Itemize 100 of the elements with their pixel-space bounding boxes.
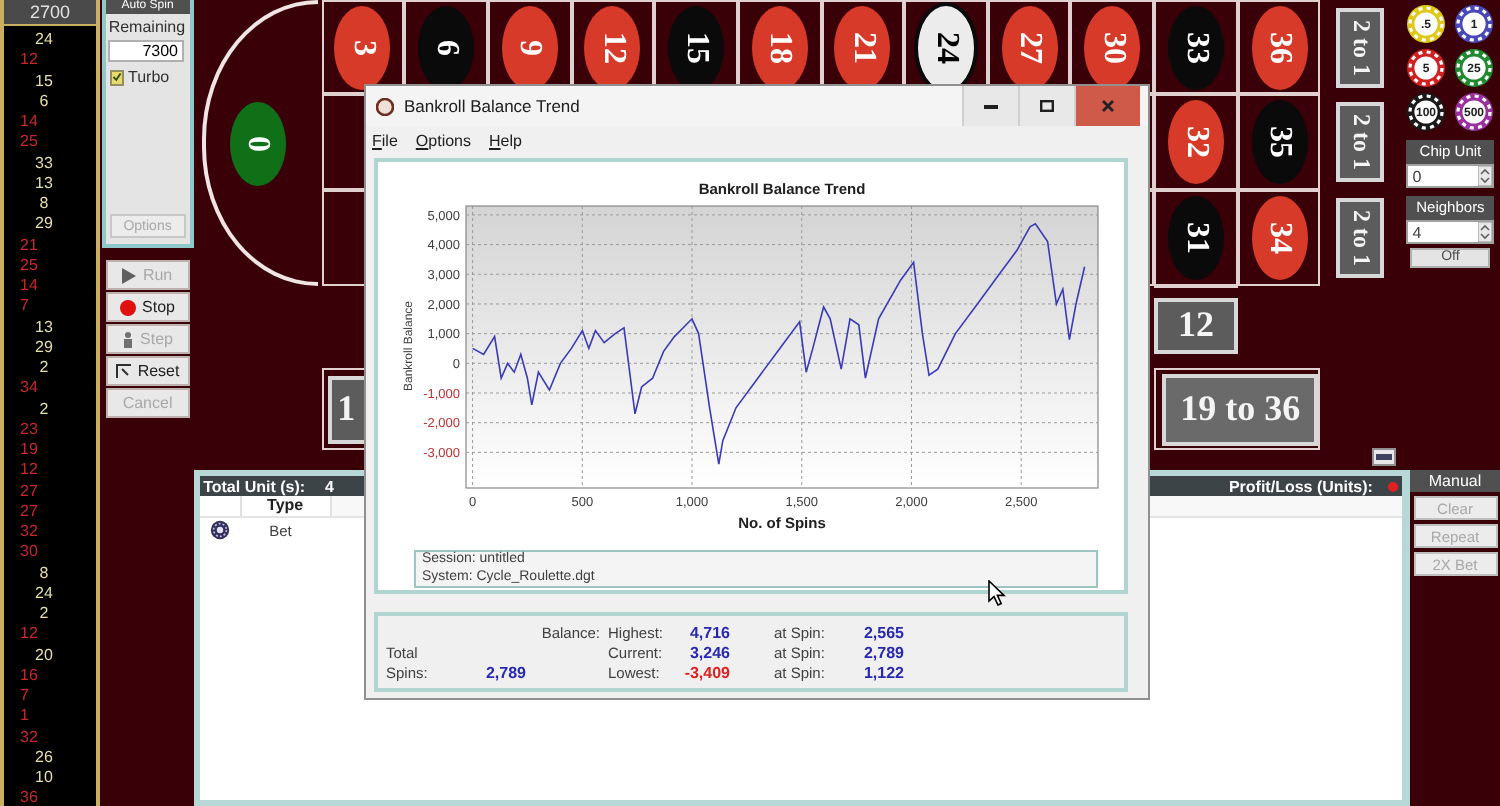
spin-number: 21 xyxy=(20,235,38,256)
board-cell[interactable] xyxy=(1154,0,1238,94)
maximize-icon xyxy=(1040,100,1054,112)
spin-number: 30 xyxy=(20,542,38,563)
number-pocket[interactable]: 9 xyxy=(501,5,558,89)
spin-number: 25 xyxy=(20,255,38,276)
outside-bet-button[interactable]: 19 to 36 xyxy=(1162,373,1319,445)
spin-number: 36 xyxy=(20,788,38,806)
menu-item[interactable]: File xyxy=(372,131,398,149)
number-pocket[interactable]: 35 xyxy=(1251,100,1308,184)
number-pocket[interactable]: 30 xyxy=(1084,5,1141,89)
spin-number: 12 xyxy=(20,50,38,71)
number-pocket[interactable]: 15 xyxy=(668,5,725,89)
stat-value: 4,716 xyxy=(687,623,730,641)
board-cell[interactable] xyxy=(1154,190,1238,286)
profit-loss-label: Profit/Loss (Units): xyxy=(1228,477,1373,495)
number-pocket[interactable]: 33 xyxy=(1167,5,1224,89)
spin-number: 24 xyxy=(35,583,53,604)
dozen-bet-button[interactable]: 12 xyxy=(1154,297,1238,353)
spin-number: 8 xyxy=(39,194,49,215)
board-cell[interactable] xyxy=(1237,94,1321,190)
spin-number: 12 xyxy=(20,624,38,645)
checkbox-label: Turbo xyxy=(128,68,170,86)
reset-icon xyxy=(115,364,132,378)
spin-number: 2 xyxy=(39,399,49,420)
board-cell[interactable] xyxy=(1237,190,1321,286)
column-bet-button[interactable]: 2 to 1 xyxy=(1336,7,1385,87)
column-bet-button[interactable]: 2 to 1 xyxy=(1336,102,1385,182)
total-units-label: Total Unit (s): xyxy=(203,477,306,495)
window-title: Bankroll Balance Trend xyxy=(404,96,580,116)
spin-number: 12 xyxy=(20,460,38,481)
remaining-field[interactable]: 7300 xyxy=(108,40,184,62)
stat-value: 2,565 xyxy=(861,623,904,641)
total-units-value: 4 xyxy=(325,477,334,495)
play-icon xyxy=(122,267,137,283)
spin-control-button[interactable]: Stop xyxy=(106,292,190,322)
menu-item[interactable]: Options xyxy=(415,131,471,149)
neighbors-field[interactable]: 4 xyxy=(1406,220,1495,244)
field-label: Remaining xyxy=(106,16,188,36)
spin-number: 29 xyxy=(35,214,53,235)
spin-number: 10 xyxy=(35,768,53,789)
close-button[interactable] xyxy=(1074,86,1140,126)
spin-number: 24 xyxy=(35,30,53,51)
number-pocket[interactable]: 12 xyxy=(584,5,641,89)
number-pocket[interactable]: 32 xyxy=(1167,100,1224,184)
spin-number: 8 xyxy=(39,563,49,584)
spin-number: 2 xyxy=(39,358,49,379)
number-pocket[interactable]: 6 xyxy=(418,5,475,89)
number-pocket[interactable]: 18 xyxy=(751,5,808,89)
spin-control-button[interactable]: Reset xyxy=(106,356,190,386)
spin-number: 27 xyxy=(20,501,38,522)
spin-number: 7 xyxy=(20,296,29,317)
spinner-icon[interactable] xyxy=(1478,166,1493,186)
spin-number: 34 xyxy=(20,378,38,399)
spin-number: 25 xyxy=(20,132,38,153)
spin-number: 32 xyxy=(20,727,38,748)
chip-unit-field[interactable]: 0 xyxy=(1406,164,1495,188)
spin-number: 33 xyxy=(35,153,53,174)
spin-number: 27 xyxy=(20,481,38,502)
spin-number: 14 xyxy=(20,276,38,297)
bankroll-total: 2700 xyxy=(4,0,96,24)
stat-value: 3,246 xyxy=(687,643,730,661)
menu-item[interactable]: Help xyxy=(489,131,522,149)
stat-value: -3,409 xyxy=(682,663,730,681)
number-pocket[interactable]: 27 xyxy=(1001,5,1058,89)
spin-number: 23 xyxy=(20,419,38,440)
spin-number: 32 xyxy=(20,522,38,543)
spin-number: 6 xyxy=(39,91,49,112)
app-icon xyxy=(376,97,394,115)
spin-number: 15 xyxy=(35,71,53,92)
spin-number: 14 xyxy=(20,112,38,133)
close-icon xyxy=(1102,100,1114,112)
zero-pocket[interactable]: 0 xyxy=(229,101,286,185)
board-cell[interactable] xyxy=(1237,0,1321,94)
number-pocket[interactable]: 36 xyxy=(1251,5,1308,89)
status-dot-icon xyxy=(1388,481,1399,491)
printer-icon[interactable] xyxy=(1372,448,1397,466)
spin-number: 7 xyxy=(20,686,29,707)
stat-value: 1,122 xyxy=(861,663,904,681)
board-cell[interactable] xyxy=(1154,94,1238,190)
number-pocket[interactable]: 21 xyxy=(834,5,891,89)
stat-value: 2,789 xyxy=(483,663,526,681)
number-pocket[interactable]: 3 xyxy=(334,5,391,89)
number-pocket[interactable]: 34 xyxy=(1251,196,1308,280)
spinner-icon[interactable] xyxy=(1478,222,1493,242)
spin-number: 1 xyxy=(20,706,29,727)
spin-number: 26 xyxy=(35,747,53,768)
outside-bet-button[interactable]: 1 xyxy=(327,375,366,443)
number-pocket[interactable]: 31 xyxy=(1167,196,1224,280)
column-bet-button[interactable]: 2 to 1 xyxy=(1336,198,1385,278)
stat-value: 2,789 xyxy=(861,643,904,661)
step-icon xyxy=(122,331,135,347)
minimize-button[interactable] xyxy=(962,86,1018,126)
turbo-checkbox[interactable] xyxy=(110,69,124,85)
spin-number: 19 xyxy=(20,440,38,461)
spin-number: 13 xyxy=(35,173,53,194)
spin-number: 29 xyxy=(35,337,53,358)
spin-number: 13 xyxy=(35,317,53,338)
maximize-button[interactable] xyxy=(1018,86,1074,126)
spin-number: 16 xyxy=(20,665,38,686)
